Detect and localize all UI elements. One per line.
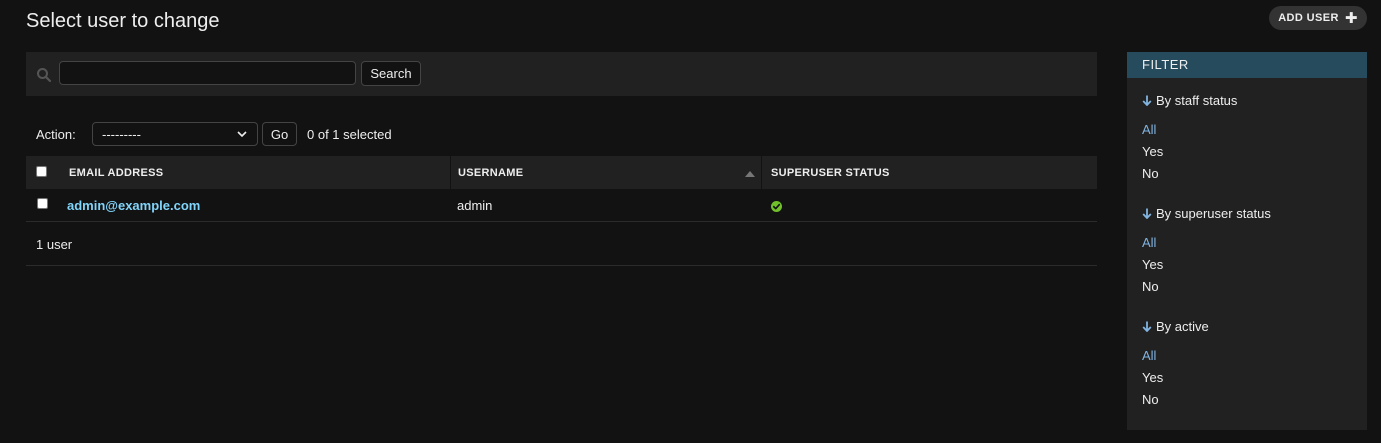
plus-icon: ✚ — [1344, 9, 1358, 27]
action-select-value: --------- — [102, 126, 141, 142]
arrow-down-icon — [1142, 321, 1152, 332]
filter-option-active-no[interactable]: No — [1142, 392, 1159, 407]
check-circle-icon — [771, 201, 782, 212]
table-row-email-link[interactable]: admin@example.com — [67, 198, 200, 213]
row-checkbox[interactable] — [37, 198, 48, 209]
paginator-divider — [26, 265, 1097, 266]
filter-group-active[interactable]: By active — [1142, 319, 1209, 334]
column-divider — [761, 156, 762, 189]
action-label: Action: — [36, 127, 76, 142]
filter-option-active-all[interactable]: All — [1142, 348, 1156, 363]
filter-title: FILTER — [1127, 52, 1367, 78]
column-header-email[interactable]: EMAIL ADDRESS — [69, 167, 163, 179]
arrow-down-icon — [1142, 208, 1152, 219]
table-row-username: admin — [457, 198, 493, 213]
chevron-down-icon — [237, 131, 247, 138]
selection-counter: 0 of 1 selected — [307, 127, 392, 142]
filter-option-staff-all[interactable]: All — [1142, 122, 1156, 137]
filter-group-superuser-status[interactable]: By superuser status — [1142, 206, 1271, 221]
filter-group-staff-status[interactable]: By staff status — [1142, 93, 1237, 108]
filter-group-title: By active — [1156, 319, 1209, 334]
search-icon — [37, 68, 52, 83]
paginator: 1 user — [36, 237, 73, 252]
select-all-checkbox[interactable] — [36, 166, 47, 177]
go-button[interactable]: Go — [262, 122, 297, 146]
filter-option-superuser-all[interactable]: All — [1142, 235, 1156, 250]
sort-ascending-icon[interactable] — [745, 171, 755, 177]
filter-group-title: By staff status — [1156, 93, 1238, 108]
filter-option-staff-yes[interactable]: Yes — [1142, 144, 1163, 159]
page: Select user to change ADD USER ✚ Search … — [0, 0, 1381, 443]
search-input[interactable] — [59, 61, 356, 85]
arrow-down-icon — [1142, 95, 1152, 106]
search-button[interactable]: Search — [361, 61, 421, 86]
filter-option-staff-no[interactable]: No — [1142, 166, 1159, 181]
add-user-button[interactable]: ADD USER ✚ — [1269, 6, 1367, 30]
filter-option-superuser-yes[interactable]: Yes — [1142, 257, 1163, 272]
table-header: EMAIL ADDRESS USERNAME SUPERUSER STATUS — [26, 156, 1097, 189]
filter-option-superuser-no[interactable]: No — [1142, 279, 1159, 294]
column-divider — [450, 156, 451, 189]
column-header-superuser[interactable]: SUPERUSER STATUS — [771, 167, 890, 179]
row-divider — [26, 221, 1097, 222]
page-title: Select user to change — [26, 10, 220, 32]
column-header-username[interactable]: USERNAME — [458, 167, 523, 179]
add-user-label: ADD USER — [1278, 12, 1339, 24]
filter-group-title: By superuser status — [1156, 206, 1271, 221]
action-select[interactable]: --------- — [92, 122, 258, 146]
filter-panel: FILTER By staff status All Yes No By sup… — [1127, 52, 1367, 430]
filter-option-active-yes[interactable]: Yes — [1142, 370, 1163, 385]
